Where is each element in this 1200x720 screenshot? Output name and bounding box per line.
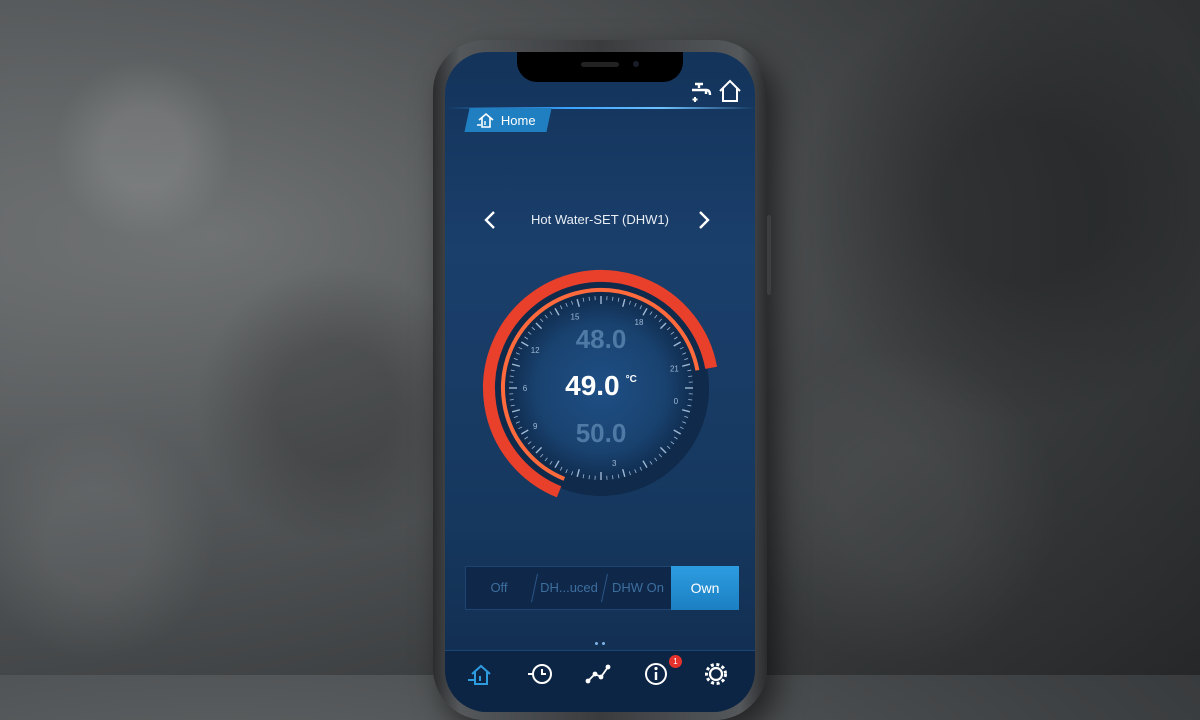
side-button — [767, 215, 771, 295]
dial-tick-label: 15 — [571, 313, 580, 322]
smartphone: Home Hot Water-SET (DHW1) — [433, 40, 767, 720]
dial-tick-label: 3 — [612, 459, 617, 468]
phone-notch — [517, 52, 683, 82]
home-heat-icon — [477, 112, 495, 128]
temp-above: 48.0 — [479, 324, 723, 355]
mode-dhw-reduced[interactable]: DH...uced — [535, 566, 603, 610]
home-label: Home — [501, 113, 536, 128]
house-icon[interactable] — [717, 78, 743, 104]
mode-off[interactable]: Off — [465, 566, 533, 610]
gear-icon[interactable] — [703, 661, 729, 687]
temperature-dial[interactable]: 151812219063 48.0 49.0°C 50.0 — [479, 266, 723, 510]
mode-own[interactable]: Own — [671, 566, 739, 610]
dial-tick — [589, 475, 590, 479]
graph-icon[interactable] — [585, 661, 611, 687]
temp-current: 49.0 °C — [479, 370, 723, 402]
home-breadcrumb-tab[interactable]: Home — [464, 108, 551, 132]
dial-tick — [612, 297, 613, 301]
speaker-grille — [581, 62, 619, 67]
page-indicator — [595, 642, 605, 645]
water-tap-icon[interactable] — [689, 78, 715, 104]
app-screen: Home Hot Water-SET (DHW1) — [445, 52, 755, 712]
dial-tick — [612, 475, 613, 479]
info-badge: 1 — [669, 655, 682, 668]
page-dot — [595, 642, 598, 645]
chevron-right-icon[interactable] — [691, 208, 715, 232]
page-dot — [602, 642, 605, 645]
circuit-navigator: Hot Water-SET (DHW1) — [445, 200, 755, 240]
temp-unit: °C — [626, 374, 637, 385]
temp-below: 50.0 — [479, 418, 723, 449]
bottom-navigation: 1 — [445, 650, 755, 712]
dial-tick — [589, 297, 590, 301]
mode-selector: Off DH...uced DHW On Own — [465, 566, 739, 610]
mode-dhw-on[interactable]: DHW On — [605, 566, 671, 610]
temp-current-value: 49.0 — [565, 370, 620, 401]
home-icon[interactable] — [467, 661, 493, 687]
info-icon[interactable] — [643, 661, 669, 687]
clock-history-icon[interactable] — [527, 661, 553, 687]
circuit-title: Hot Water-SET (DHW1) — [495, 212, 705, 227]
front-camera — [633, 61, 639, 67]
